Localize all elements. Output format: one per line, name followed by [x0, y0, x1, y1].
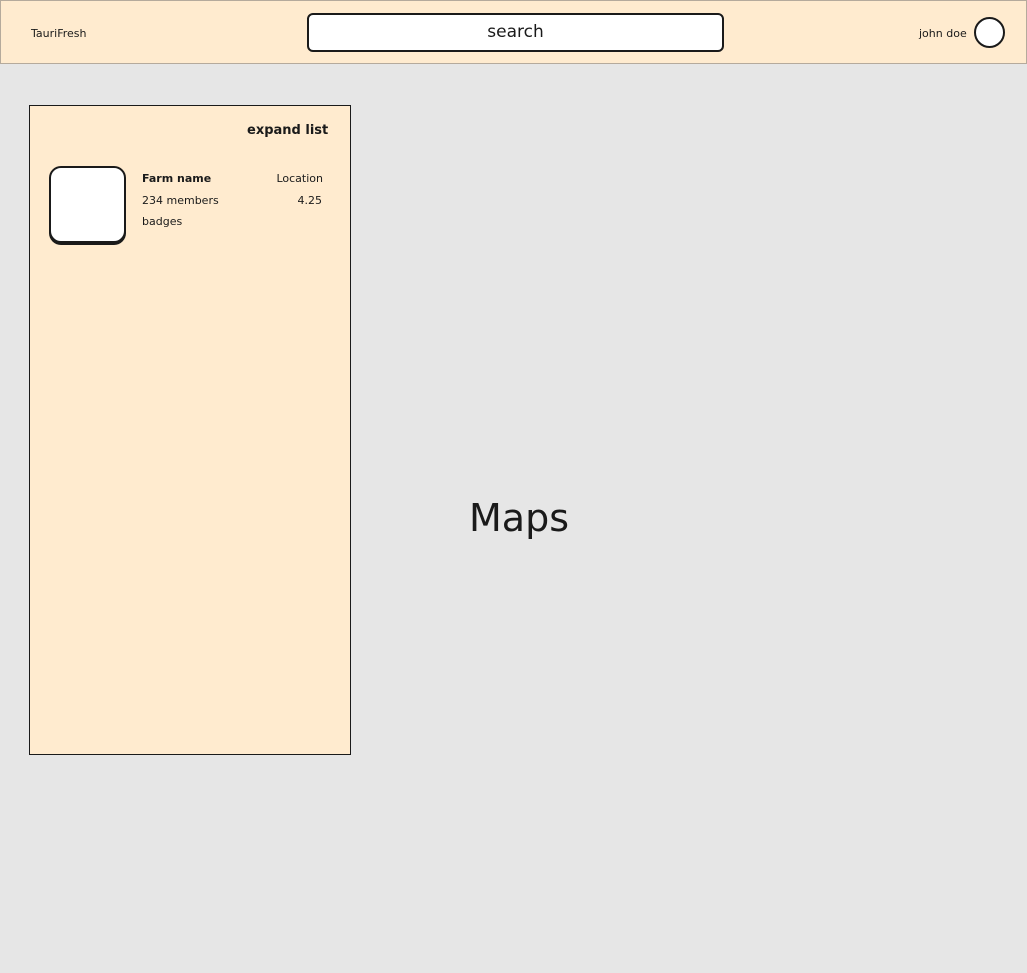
top-bar: TauriFresh search john doe [0, 0, 1027, 64]
search-input[interactable]: search [307, 13, 724, 52]
farm-rating: 4.25 [297, 194, 323, 207]
app-brand[interactable]: TauriFresh [31, 27, 86, 40]
expand-list-button[interactable]: expand list [247, 123, 328, 138]
avatar[interactable] [974, 17, 1005, 48]
farm-members: 234 members [142, 194, 219, 207]
farm-badges: badges [142, 215, 183, 228]
map-placeholder-label: Maps [469, 496, 569, 540]
user-name[interactable]: john doe [919, 27, 967, 40]
farm-name: Farm name [142, 172, 212, 185]
farm-location: Location [276, 172, 323, 185]
farm-list-panel: expand list Farm name 234 members badges… [29, 105, 351, 755]
farm-thumbnail[interactable] [49, 166, 126, 243]
